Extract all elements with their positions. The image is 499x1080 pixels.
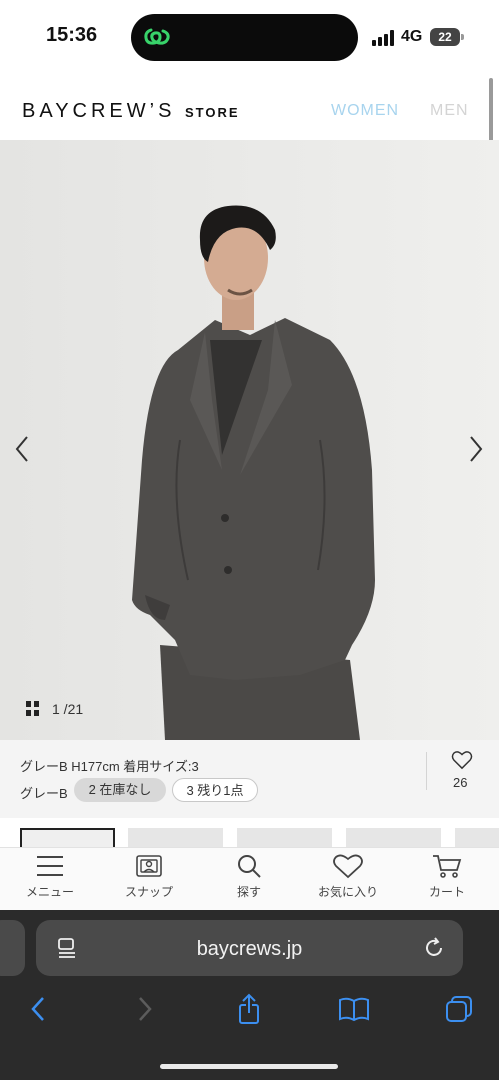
bottom-nav-search-label: 探す <box>236 885 261 899</box>
heart-icon <box>333 854 363 879</box>
bottom-nav-snap-label: スナップ <box>124 885 173 899</box>
bottom-nav-menu-label: メニュー <box>25 885 74 899</box>
back-arrow-icon[interactable] <box>22 992 56 1026</box>
reload-icon[interactable] <box>422 936 446 960</box>
status-time: 15:36 <box>46 24 98 46</box>
divider <box>426 752 427 790</box>
app-activity-icon <box>144 28 170 45</box>
cart-icon <box>433 855 462 878</box>
bottom-nav-menu[interactable]: メニュー <box>10 853 90 900</box>
thumbnail-3[interactable] <box>237 828 332 848</box>
forward-arrow-icon[interactable] <box>127 992 161 1026</box>
product-image[interactable] <box>0 140 499 740</box>
battery-cap <box>461 34 464 40</box>
brand-store-label[interactable]: STORE <box>185 105 240 120</box>
favorite-heart-icon[interactable] <box>451 750 473 770</box>
nav-men-link[interactable]: MEN <box>430 102 469 120</box>
bottom-nav-favorites-label: お気に入り <box>317 885 378 899</box>
home-indicator[interactable] <box>160 1064 338 1069</box>
previous-tab-peek[interactable] <box>0 920 25 976</box>
nav-women-link[interactable]: WOMEN <box>331 102 399 120</box>
battery-icon: 22 <box>430 28 460 46</box>
bottom-nav-favorites[interactable]: お気に入り <box>308 853 388 900</box>
thumbnail-1[interactable] <box>20 828 115 848</box>
menu-icon <box>37 856 63 876</box>
image-counter: 1 /21 <box>52 701 84 717</box>
grid-view-icon[interactable] <box>26 701 40 717</box>
bottom-nav-snap[interactable]: スナップ <box>109 853 189 900</box>
bottom-nav-search[interactable]: 探す <box>209 853 289 900</box>
next-image-arrow-icon[interactable] <box>466 434 486 464</box>
signal-icon <box>372 30 394 46</box>
brand-logo[interactable]: BAYCREW’S <box>22 100 175 123</box>
prev-image-arrow-icon[interactable] <box>12 434 32 464</box>
snap-icon <box>136 855 162 877</box>
thumbnail-2[interactable] <box>128 828 223 848</box>
favorite-count: 26 <box>453 775 468 790</box>
tabs-icon[interactable] <box>442 992 476 1026</box>
share-icon[interactable] <box>232 992 266 1026</box>
size-chip-2[interactable]: 2 在庫なし <box>74 778 166 802</box>
thumbnail-4[interactable] <box>346 828 441 848</box>
network-type: 4G <box>401 28 423 45</box>
bottom-nav-cart-label: カート <box>428 885 465 899</box>
color-label: グレーB <box>20 786 68 801</box>
bookmarks-icon[interactable] <box>337 992 371 1026</box>
bottom-nav-cart[interactable]: カート <box>407 853 487 900</box>
thumbnail-5[interactable] <box>455 828 499 848</box>
model-photo <box>0 140 499 740</box>
battery-level: 22 <box>438 30 452 44</box>
model-info-text: グレーB H177cm 着用サイズ:3 <box>20 759 199 774</box>
size-chip-3[interactable]: 3 残り1点 <box>172 778 258 802</box>
search-icon <box>238 855 261 878</box>
url-text: baycrews.jp <box>196 938 303 960</box>
